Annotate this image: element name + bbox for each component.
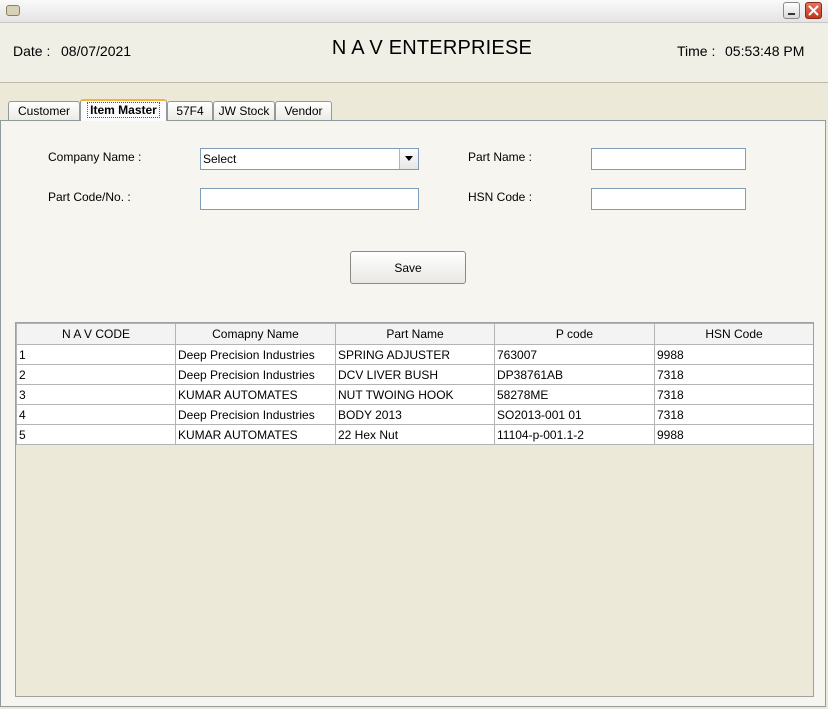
cell-part-name[interactable]: 22 Hex Nut <box>335 424 495 445</box>
cell-hsn-code[interactable]: 7318 <box>654 404 813 425</box>
table-row[interactable]: 5 KUMAR AUTOMATES 22 Hex Nut 11104-p-001… <box>16 424 813 445</box>
company-name-label: Company Name : <box>48 150 142 164</box>
header-bar: Date : 08/07/2021 N A V ENTERPRIESE Time… <box>0 23 828 83</box>
tab-jw-stock-label: JW Stock <box>218 104 270 118</box>
part-code-input[interactable] <box>200 188 419 210</box>
cell-nav-code[interactable]: 5 <box>16 424 176 445</box>
cell-part-name[interactable]: DCV LIVER BUSH <box>335 364 495 385</box>
cell-part-name[interactable]: BODY 2013 <box>335 404 495 425</box>
table-row[interactable]: 3 KUMAR AUTOMATES NUT TWOING HOOK 58278M… <box>16 384 813 405</box>
cell-hsn-code[interactable]: 7318 <box>654 384 813 405</box>
cell-p-code[interactable]: SO2013-001 01 <box>494 404 655 425</box>
cell-p-code[interactable]: 763007 <box>494 344 655 365</box>
col-hsn-code[interactable]: HSN Code <box>654 323 813 345</box>
cell-company-name[interactable]: Deep Precision Industries <box>175 344 336 365</box>
cell-nav-code[interactable]: 2 <box>16 364 176 385</box>
time-label: Time : <box>677 43 716 59</box>
tab-item-master-label: Item Master <box>87 102 160 118</box>
cell-hsn-code[interactable]: 7318 <box>654 364 813 385</box>
cell-hsn-code[interactable]: 9988 <box>654 344 813 365</box>
hsn-code-label: HSN Code : <box>468 190 533 204</box>
tab-57f4-label: 57F4 <box>176 104 204 118</box>
cell-company-name[interactable]: KUMAR AUTOMATES <box>175 424 336 445</box>
tab-vendor-label: Vendor <box>284 104 323 118</box>
cell-nav-code[interactable]: 1 <box>16 344 176 365</box>
tab-57f4[interactable]: 57F4 <box>167 101 213 120</box>
cell-hsn-code[interactable]: 9988 <box>654 424 813 445</box>
part-code-label: Part Code/No. : <box>48 190 131 204</box>
table-row[interactable]: 4 Deep Precision Industries BODY 2013 SO… <box>16 404 813 425</box>
cell-nav-code[interactable]: 4 <box>16 404 176 425</box>
table-row[interactable]: 1 Deep Precision Industries SPRING ADJUS… <box>16 344 813 365</box>
save-button[interactable]: Save <box>350 251 466 284</box>
cell-company-name[interactable]: KUMAR AUTOMATES <box>175 384 336 405</box>
part-name-input[interactable] <box>591 148 746 170</box>
company-name-dropdown-button[interactable] <box>399 149 418 169</box>
company-name-selected: Select <box>203 152 237 166</box>
cell-part-name[interactable]: NUT TWOING HOOK <box>335 384 495 405</box>
tab-vendor[interactable]: Vendor <box>275 101 332 120</box>
table-row[interactable]: 2 Deep Precision Industries DCV LIVER BU… <box>16 364 813 385</box>
tab-jw-stock[interactable]: JW Stock <box>213 101 275 120</box>
cup-icon <box>6 5 20 16</box>
chevron-down-icon <box>405 156 413 161</box>
cell-p-code[interactable]: DP38761AB <box>494 364 655 385</box>
col-nav-code[interactable]: N A V CODE <box>16 323 176 345</box>
close-button[interactable] <box>805 2 822 19</box>
cell-p-code[interactable]: 11104-p-001.1-2 <box>494 424 655 445</box>
cell-company-name[interactable]: Deep Precision Industries <box>175 364 336 385</box>
tab-customer-label: Customer <box>17 104 70 118</box>
col-p-code[interactable]: P code <box>494 323 655 345</box>
tab-customer[interactable]: Customer <box>8 101 80 120</box>
items-grid[interactable]: N A V CODE Comapny Name Part Name P code… <box>15 322 814 697</box>
cell-company-name[interactable]: Deep Precision Industries <box>175 404 336 425</box>
item-master-panel: Company Name : Select Part Name : Part C… <box>0 120 826 707</box>
items-table: N A V CODE Comapny Name Part Name P code… <box>16 323 813 445</box>
cell-part-name[interactable]: SPRING ADJUSTER <box>335 344 495 365</box>
time-value: 05:53:48 PM <box>725 43 805 59</box>
col-company-name[interactable]: Comapny Name <box>175 323 336 345</box>
table-header-row: N A V CODE Comapny Name Part Name P code… <box>16 323 813 345</box>
window-titlebar <box>0 0 828 23</box>
company-name-select[interactable]: Select <box>200 148 419 170</box>
tab-item-master[interactable]: Item Master <box>80 99 167 121</box>
part-name-label: Part Name : <box>468 150 533 164</box>
close-icon <box>808 5 819 16</box>
col-part-name[interactable]: Part Name <box>335 323 495 345</box>
minimize-button[interactable] <box>783 2 800 19</box>
hsn-code-input[interactable] <box>591 188 746 210</box>
cell-p-code[interactable]: 58278ME <box>494 384 655 405</box>
cell-nav-code[interactable]: 3 <box>16 384 176 405</box>
